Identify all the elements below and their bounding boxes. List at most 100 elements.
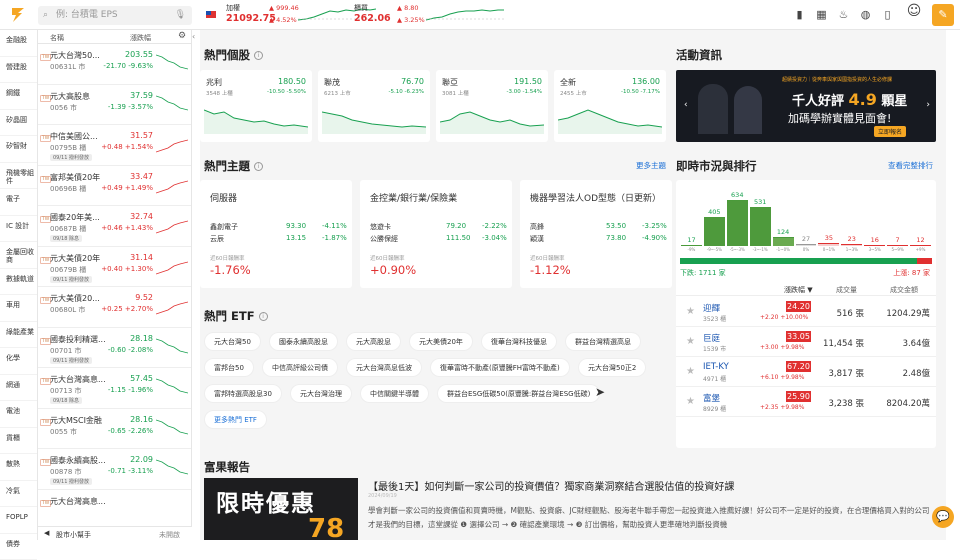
chat-button[interactable]: 💬 xyxy=(932,506,954,528)
category-item[interactable]: IC 設計 xyxy=(0,216,37,243)
star-icon[interactable]: ★ xyxy=(686,396,695,407)
watchlist-row[interactable]: TW元大美債20年00679B 櫃31.14+0.40 +1.30%09/11 … xyxy=(38,247,191,288)
full-ranking-link[interactable]: 查看完整排行 xyxy=(888,160,933,171)
etf-tag[interactable]: 元大台灣治理 xyxy=(290,384,352,403)
category-item[interactable]: 車用 xyxy=(0,295,37,322)
category-item[interactable]: 飛機零組件 xyxy=(0,163,37,190)
hot-stock-card[interactable]: 聯茂76.706213 上市-5.10 -6.23% xyxy=(318,70,430,142)
star-icon[interactable]: ★ xyxy=(686,336,695,347)
theme-card[interactable]: 機器學習法人OD型態（日更新）高鋒53.50-3.25%穎漢73.80-4.90… xyxy=(520,180,672,288)
collapse-chevron-icon[interactable]: ‹ xyxy=(192,32,200,44)
category-item[interactable]: 電池 xyxy=(0,401,37,428)
star-icon[interactable]: ★ xyxy=(686,306,695,317)
watchlist-row[interactable]: TW富邦美債20年00696B 櫃33.47+0.49 +1.49% xyxy=(38,166,191,207)
watchlist-row[interactable]: TW元大MSCI金融0055 市28.16-0.65 -2.26% xyxy=(38,409,191,450)
fugle-logo[interactable] xyxy=(8,5,28,25)
fire-icon[interactable]: ♨ xyxy=(837,8,850,21)
watchlist-row[interactable]: TW元大台灣高息... xyxy=(38,490,191,531)
ranking-row[interactable]: ★IET-KY4971 櫃67.20+6.10 +9.98%3,817 張2.4… xyxy=(676,358,936,387)
theme-stock-row[interactable]: 鑫創電子93.30-4.11% xyxy=(210,222,350,232)
stock-helper-bar[interactable]: ◀ 股市小幫手 未開啟 xyxy=(38,526,192,540)
etf-tag[interactable]: 富邦特選高股息30 xyxy=(204,384,282,403)
user-avatar-icon[interactable]: ☺ xyxy=(905,5,923,25)
col-volume[interactable]: 成交量 xyxy=(836,285,857,295)
settings-gear-icon[interactable]: ⚙ xyxy=(178,31,186,41)
col-name[interactable]: 名稱 xyxy=(50,33,64,43)
category-item[interactable]: 金融股 xyxy=(0,30,37,57)
watchlist-row[interactable]: TW元大台灣高息...00713 市57.45-1.15 -1.96%09/18… xyxy=(38,368,191,409)
category-item[interactable]: 債券 xyxy=(0,534,37,560)
banner-prev-icon[interactable]: ‹ xyxy=(684,100,688,110)
search-input[interactable]: ⌕ 例: 台積電 EPS 🎙 xyxy=(38,6,192,25)
category-item[interactable]: 營建股 xyxy=(0,57,37,84)
chart-icon[interactable]: ▮ xyxy=(793,8,806,21)
etf-tag[interactable]: 國泰永續高股息 xyxy=(269,332,338,351)
banner-dots[interactable] xyxy=(772,136,832,138)
etf-tag[interactable]: 富邦台50 xyxy=(204,358,254,377)
watchlist-row[interactable]: TW中信美國公...00795B 櫃31.57+0.48 +1.54%09/11… xyxy=(38,125,191,166)
etf-tag[interactable]: 元大台灣高息低波 xyxy=(346,358,422,377)
watchlist-row[interactable]: TW元大高股息0056 市37.59-1.39 -3.57% xyxy=(38,85,191,126)
report-thumbnail[interactable]: 限時優惠 78 xyxy=(204,478,358,540)
mobile-icon[interactable]: ▯ xyxy=(881,8,894,21)
etf-tag[interactable]: 中信高評級公司債 xyxy=(262,358,338,377)
microphone-icon[interactable]: 🎙 xyxy=(175,6,186,25)
etf-tag[interactable]: 復華台灣科技優息 xyxy=(481,332,557,351)
event-banner[interactable]: 超績投資力｜從奔車與家與國指投資的人生必修課 千人好評 4.9 顆星 加碼學辦實… xyxy=(676,70,936,142)
category-item[interactable]: 冷氣 xyxy=(0,481,37,508)
etf-tag[interactable]: 元大台灣50正2 xyxy=(578,358,646,377)
category-item[interactable]: 貨櫃 xyxy=(0,428,37,455)
hot-stock-card[interactable]: 兆利180.503548 上櫃-10.50 -5.50% xyxy=(200,70,312,142)
etf-tag[interactable]: 中信關鍵半導體 xyxy=(360,384,429,403)
info-icon[interactable]: i xyxy=(259,312,268,321)
more-etf-link[interactable]: 更多熱門 ETF xyxy=(204,410,267,429)
etf-tag[interactable]: 復華富時不動產(原豐騰FH富時不動產) xyxy=(430,358,570,377)
category-item[interactable]: 鋼鐵 xyxy=(0,83,37,110)
hot-stock-card[interactable]: 全新136.002455 上市-10.50 -7.17% xyxy=(554,70,666,142)
col-change[interactable]: 漲跌幅 xyxy=(130,33,151,43)
theme-card[interactable]: 伺服器鑫創電子93.30-4.11%云辰13.15-1.87%近60日報酬率-1… xyxy=(200,180,352,288)
etf-tag[interactable]: 元大美債20年 xyxy=(409,332,473,351)
etf-tag[interactable]: 群益台灣精選高息 xyxy=(565,332,641,351)
etf-tag[interactable]: 元大高股息 xyxy=(346,332,401,351)
col-amount[interactable]: 成交金額 xyxy=(890,285,918,295)
category-item[interactable]: 電子 xyxy=(0,189,37,216)
info-icon[interactable]: i xyxy=(254,162,263,171)
category-item[interactable]: 數據軌道 xyxy=(0,269,37,296)
etf-tag[interactable]: 元大台灣50 xyxy=(204,332,261,351)
ranking-row[interactable]: ★迎輝3523 櫃24.20+2.20 +10.00%516 張1204.29萬 xyxy=(676,298,936,327)
info-icon[interactable]: i xyxy=(254,51,263,60)
category-item[interactable]: 矽智財 xyxy=(0,136,37,163)
category-item[interactable]: 綠能產業 xyxy=(0,322,37,349)
category-item[interactable]: 散熱 xyxy=(0,454,37,481)
theme-stock-row[interactable]: 悠遊卡79.20-2.22% xyxy=(370,222,510,232)
col-change-sort[interactable]: 漲跌幅 ▼ xyxy=(784,285,813,295)
category-item[interactable]: 金屬回收商 xyxy=(0,242,37,269)
ranking-row[interactable]: ★富堡8929 櫃25.90+2.35 +9.98%3,238 張8204.20… xyxy=(676,388,936,417)
more-themes-link[interactable]: 更多主題 xyxy=(636,160,666,171)
theme-card[interactable]: 金控業/銀行業/保險業悠遊卡79.20-2.22%公勝保經111.50-3.04… xyxy=(360,180,512,288)
ranking-row[interactable]: ★巨庭1539 市33.05+3.00 +9.98%11,454 張3.64億 xyxy=(676,328,936,357)
category-item[interactable]: 矽晶圓 xyxy=(0,110,37,137)
banner-register-button[interactable]: 立即報名 xyxy=(874,126,906,137)
globe-icon[interactable]: ◍ xyxy=(859,8,872,21)
theme-stock-row[interactable]: 穎漢73.80-4.90% xyxy=(530,234,670,244)
category-item[interactable]: FOPLP xyxy=(0,507,37,534)
report-headline[interactable]: 【最後1天】如何判斷一家公司的投資價值？獨家商業洞察結合選股估值的投資好課 xyxy=(368,478,934,493)
watchlist-row[interactable]: TW元大美債20...00680L 市9.52+0.25 +2.70% xyxy=(38,287,191,328)
watchlist-row[interactable]: TW國泰永續高股...00878 市22.09-0.71 -3.11%09/11… xyxy=(38,449,191,490)
etf-tag[interactable]: 群益台ESG低碳50(原豐騰:群益台灣ESG低碳) xyxy=(437,384,600,403)
theme-stock-row[interactable]: 云辰13.15-1.87% xyxy=(210,234,350,244)
star-icon[interactable]: ★ xyxy=(686,366,695,377)
watchlist-row[interactable]: TW國泰投利精選...00701 市28.18-0.60 -2.08%09/11… xyxy=(38,328,191,369)
theme-stock-row[interactable]: 高鋒53.50-3.25% xyxy=(530,222,670,232)
theme-stock-row[interactable]: 公勝保經111.50-3.04% xyxy=(370,234,510,244)
category-item[interactable]: 網通 xyxy=(0,375,37,402)
banner-next-icon[interactable]: › xyxy=(926,100,930,110)
layout-icon[interactable]: ▦ xyxy=(815,8,828,21)
index-otc[interactable]: 櫃買 262.06 ▲ 8.80 ▲ 3.25% xyxy=(354,3,504,27)
watchlist-row[interactable]: TW國泰20年美...00687B 櫃32.74+0.46 +1.43%09/1… xyxy=(38,206,191,247)
category-item[interactable]: 化學 xyxy=(0,348,37,375)
watchlist-row[interactable]: TW元大台灣50...00631L 市203.55-21.70 -9.63% xyxy=(38,44,191,85)
notes-button[interactable]: ✎ xyxy=(932,4,954,26)
